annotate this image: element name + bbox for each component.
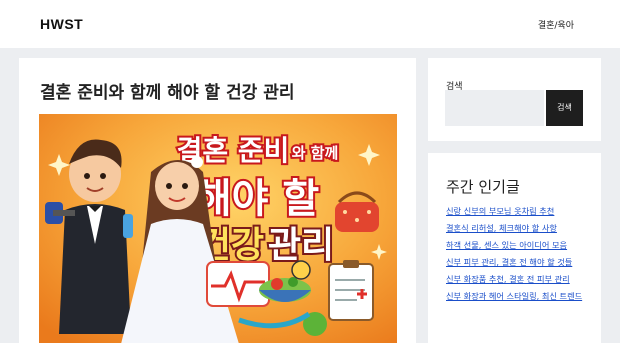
popular-posts-list: 신랑 신부의 부모님 옷차림 추천 결혼식 리허설, 체크해야 할 사항 하객 …: [446, 205, 586, 307]
search-button[interactable]: 검색: [546, 90, 583, 126]
popular-post-link[interactable]: 하객 선물, 센스 있는 아이디어 모음: [446, 239, 586, 251]
popular-posts-title: 주간 인기글: [446, 178, 520, 196]
popular-post-link[interactable]: 신부 화장과 헤어 스타일링, 최신 트렌드: [446, 290, 586, 302]
clock: [291, 260, 311, 280]
site-header: HWST 결혼/육아: [0, 0, 620, 48]
popular-post-link[interactable]: 신랑 신부의 부모님 옷차림 추천: [446, 205, 586, 217]
list-item: 신부 피부 관리, 결혼 전 해야 할 것들: [446, 256, 586, 268]
nav-item-marriage-parenting[interactable]: 결혼/육아: [538, 18, 574, 31]
popular-post-link[interactable]: 신부 화장품 추천, 결혼 전 피부 관리: [446, 273, 586, 285]
post-card: 결혼 준비와 함께 해야 할 건강 관리 결혼 준비 와 함께 해야 할 건강 …: [19, 58, 416, 343]
search-widget: 검색 검색: [428, 58, 601, 141]
list-item: 신부 화장품 추천, 결혼 전 피부 관리: [446, 273, 586, 285]
popular-posts-widget: 주간 인기글 신랑 신부의 부모님 옷차림 추천 결혼식 리허설, 체크해야 할…: [428, 153, 601, 343]
headline-line3b: 관리: [268, 225, 334, 266]
list-item: 하객 선물, 센스 있는 아이디어 모음: [446, 239, 586, 251]
clipboard: [328, 260, 374, 321]
headline-line2: 해야 할: [195, 176, 320, 222]
list-item: 신랑 신부의 부모님 옷차림 추천: [446, 205, 586, 217]
site-logo[interactable]: HWST: [40, 16, 83, 32]
featured-illustration: 결혼 준비 와 함께 해야 할 건강 관리: [39, 114, 397, 343]
post-title: 결혼 준비와 함께 해야 할 건강 관리: [40, 83, 295, 103]
featured-image: 결혼 준비 와 함께 해야 할 건강 관리: [39, 114, 397, 343]
heart-monitor: [206, 261, 270, 307]
headline-line1b: 와 함께: [292, 144, 339, 162]
popular-post-link[interactable]: 신부 피부 관리, 결혼 전 해야 할 것들: [446, 256, 586, 268]
search-input[interactable]: [445, 90, 544, 126]
popular-post-link[interactable]: 결혼식 리허설, 체크해야 할 사항: [446, 222, 586, 234]
list-item: 결혼식 리허설, 체크해야 할 사항: [446, 222, 586, 234]
list-item: 신부 화장과 헤어 스타일링, 최신 트렌드: [446, 290, 586, 302]
